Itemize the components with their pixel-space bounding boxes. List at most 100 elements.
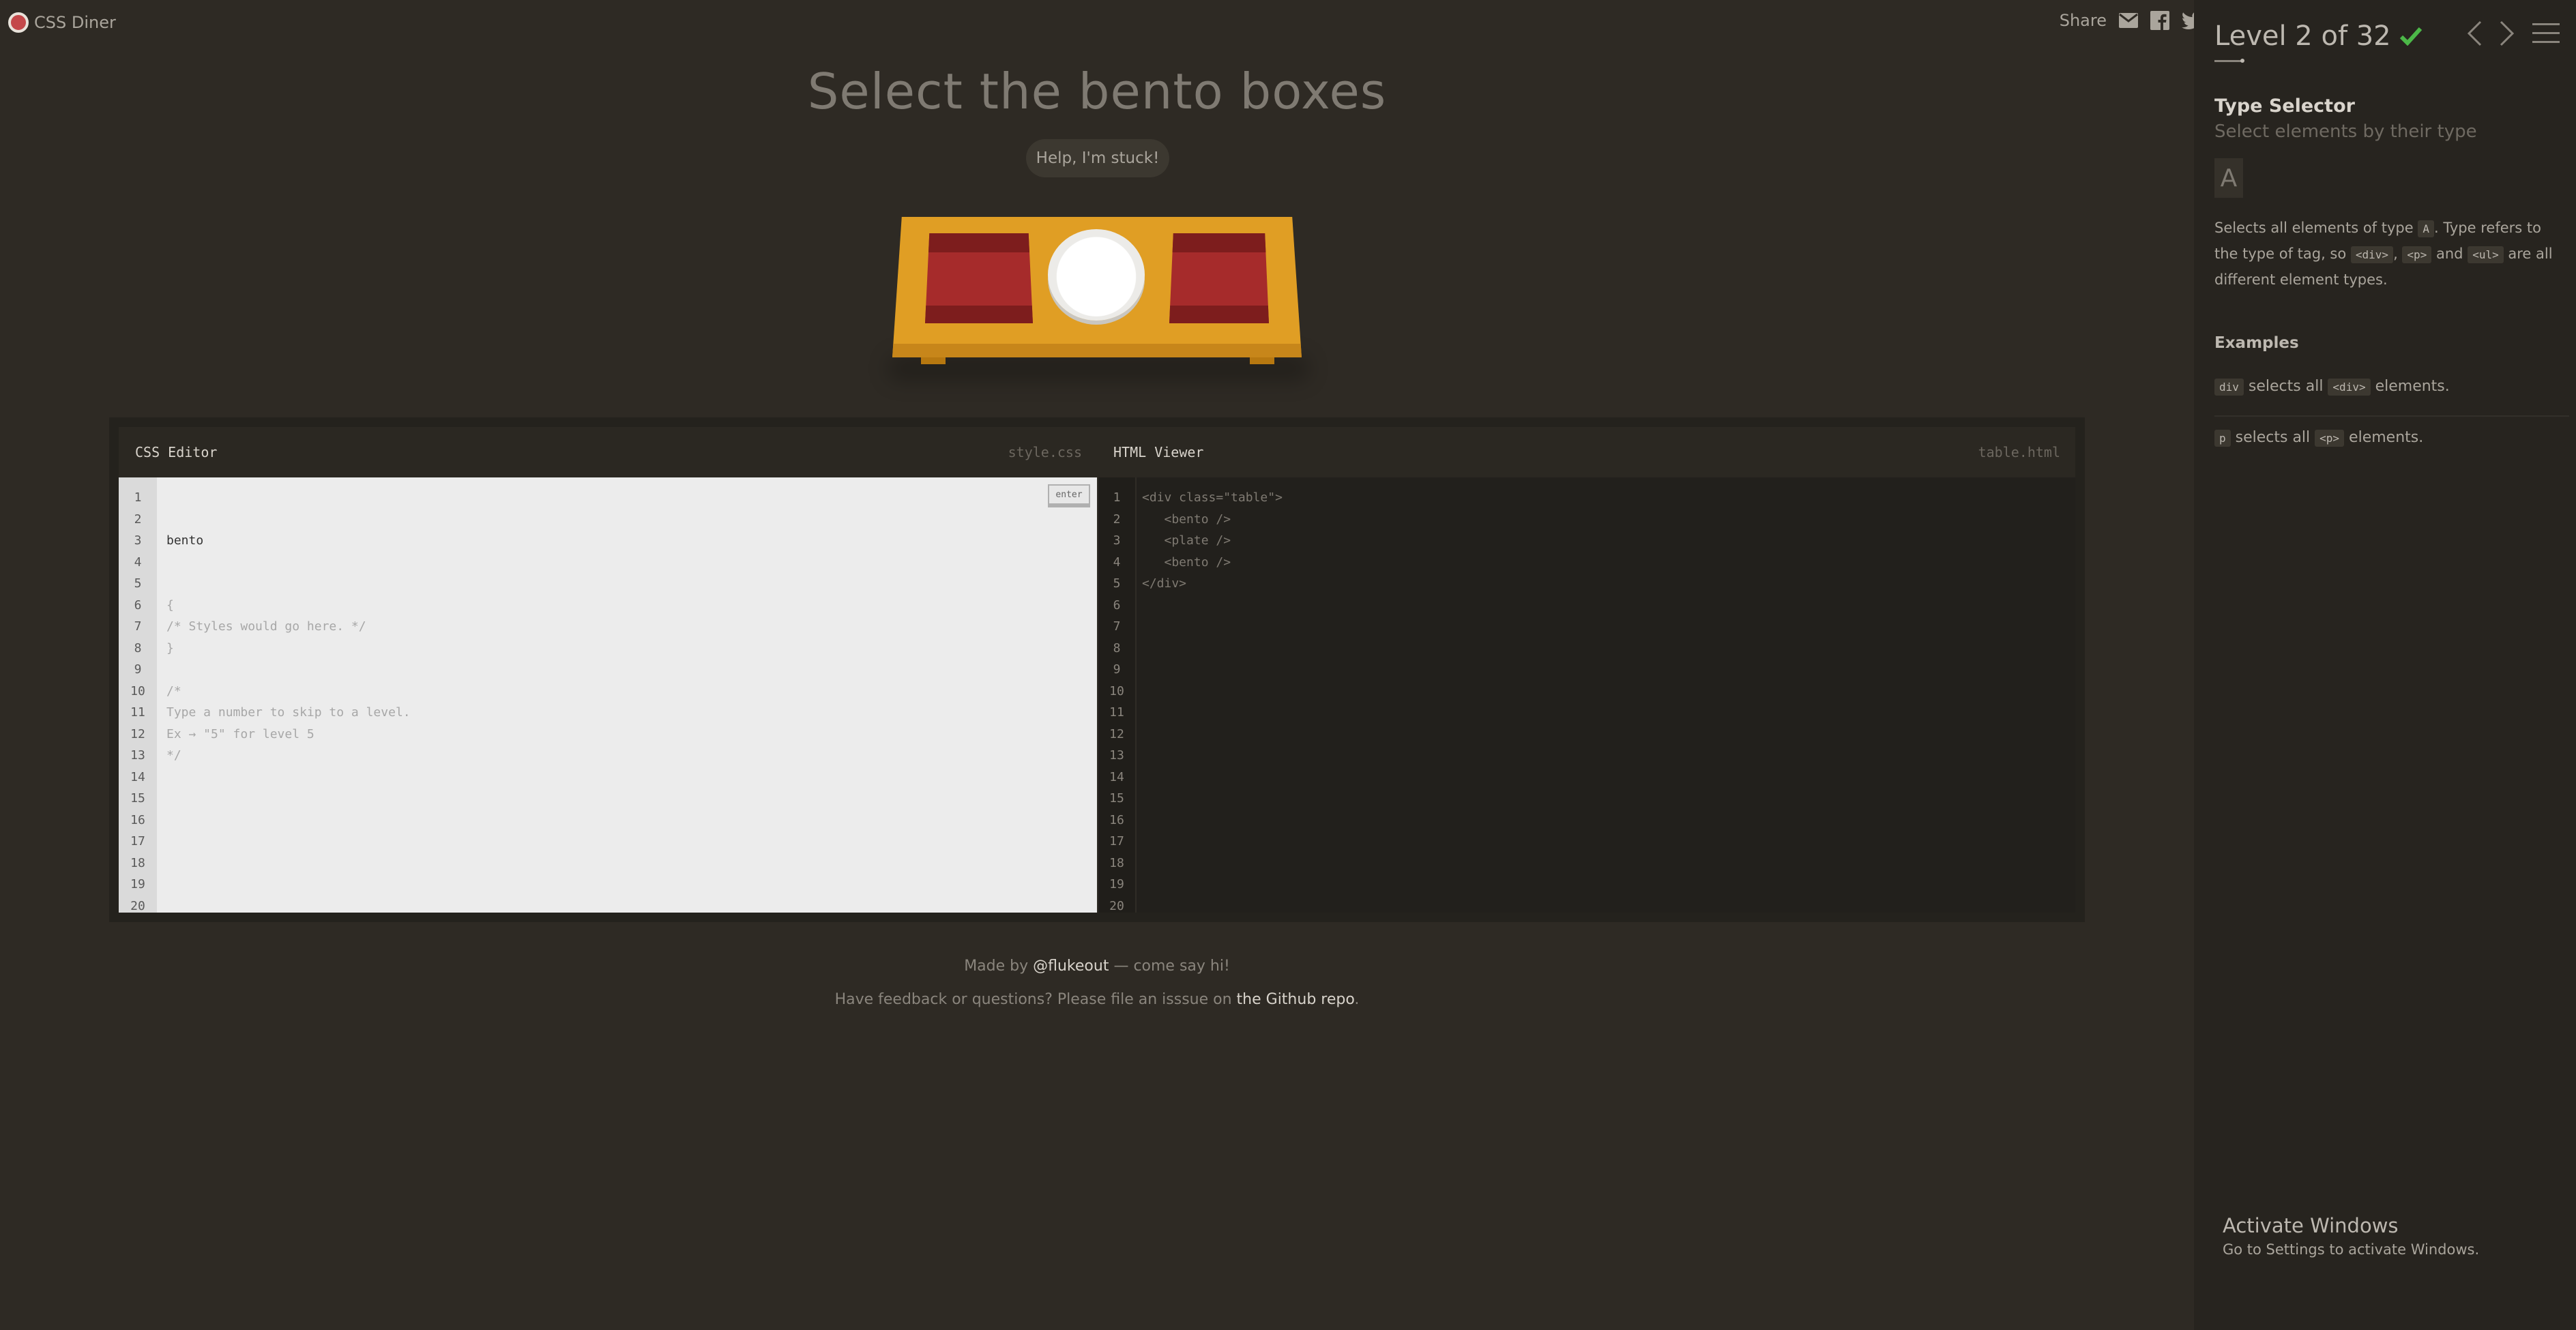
line-number: 18 [130,855,145,870]
facebook-icon[interactable] [2150,11,2169,30]
line-number: 19 [1109,877,1124,891]
app-logo[interactable]: CSS Diner [8,12,116,33]
line-number: 5 [1113,576,1121,591]
css-editor-body[interactable]: 1 2 3 4 5 6 7 8 9 10 11 12 13 14 15 16 17 18 19 20 bento {/… [119,477,1097,913]
share-label: Share [2059,11,2107,30]
line-number: 6 [134,597,142,612]
app-name: CSS Diner [34,13,116,32]
example-2-mid: selects all [2230,429,2315,446]
line-number: 7 [1113,619,1121,634]
plate[interactable] [1048,229,1145,321]
windows-activation-watermark: Activate Windows Go to Settings to activ… [2223,1214,2479,1258]
html-code-line: <plate /> [1142,533,1231,548]
editor-panel: CSS Editor style.css 1 2 3 4 5 6 7 8 9 10 11 12 13 14… [109,417,2085,922]
line-number: 8 [1113,640,1121,655]
line-number: 10 [130,683,145,698]
footer-feedback: Have feedback or questions? Please file … [0,991,2194,1008]
css-code-line: */ [166,748,181,763]
html-viewer-header: HTML Viewer table.html [1097,427,2075,477]
line-number: 17 [1109,834,1124,848]
html-viewer-title: HTML Viewer [1113,444,1204,460]
line-number: 2 [1113,512,1121,527]
line-number: 7 [134,619,142,634]
css-code-line: } [166,640,174,655]
css-editor-filename: style.css [1008,444,1082,460]
example-2-code: p [2214,430,2231,447]
footer-credit: Made by @flukeout — come say hi! [0,958,2194,975]
example-1-tag: <div> [2328,379,2371,396]
bento-box-1[interactable] [925,233,1033,323]
line-number: 16 [1109,812,1124,827]
examples-divider [2214,415,2569,417]
css-line-numbers: 1 2 3 4 5 6 7 8 9 10 11 12 13 14 15 16 17 18 19 20 [119,477,157,913]
line-number: 12 [1109,726,1124,741]
table-shadow [887,355,1310,382]
example-1-end: elements. [2370,378,2450,395]
logo-icon [8,12,29,33]
line-number: 12 [130,726,145,741]
line-number: 5 [134,576,142,591]
line-number: 4 [134,555,142,570]
css-code-line: Type a number to skip to a level. [166,705,411,720]
line-number: 20 [130,898,145,913]
css-code-line: Ex → "5" for level 5 [166,726,314,741]
footer-feedback-prefix: Have feedback or questions? Please file … [834,991,1237,1008]
selector-description: Selects all elements of type A. Type ref… [2214,216,2569,292]
line-number: 13 [1109,748,1124,763]
footer-feedback-suffix: . [1354,991,1360,1008]
github-repo-link[interactable]: the Github repo [1237,991,1355,1008]
html-viewer: HTML Viewer table.html 1 2 3 4 5 6 7 8 9 10 11 12 13… [1097,427,2075,913]
line-number: 1 [1113,490,1121,505]
line-number: 6 [1113,597,1121,612]
line-number: 15 [130,791,145,806]
example-1: div selects all <div> elements. [2214,378,2569,396]
level-progress-bar [2214,59,2244,63]
line-number: 19 [130,877,145,891]
example-1-mid: selects all [2243,378,2328,395]
menu-icon[interactable] [2532,22,2560,45]
examples-heading: Examples [2214,334,2299,352]
level-header: Level 2 of 32 [2214,20,2423,52]
selector-syntax: A [2214,158,2243,198]
css-code[interactable]: bento {/* Styles would go here. */} /* Typ… [166,487,411,767]
share-bar: Share [2060,11,2204,30]
css-code-line: /* [166,683,181,698]
html-code-line: <div class="table"> [1142,490,1283,505]
line-number: 9 [1113,662,1121,677]
desc-text-3: , [2393,246,2403,262]
desc-code-1: A [2418,220,2434,237]
level-instruction: Select the bento boxes [807,63,1387,120]
css-code-line [166,659,411,681]
css-editor-header: CSS Editor style.css [119,427,1097,477]
line-number: 18 [1109,855,1124,870]
line-number: 15 [1109,791,1124,806]
level-label: Level 2 of 32 [2214,20,2391,52]
line-number: 11 [1109,705,1124,720]
line-number: 20 [1109,898,1124,913]
html-line-numbers: 1 2 3 4 5 6 7 8 9 10 11 12 13 14 15 16 17 18 19 20 [1098,477,1137,913]
line-number: 14 [130,769,145,784]
activate-subtitle: Go to Settings to activate Windows. [2223,1241,2480,1258]
next-level-icon[interactable] [2500,20,2515,46]
html-code-line: <bento /> [1142,512,1231,527]
css-input[interactable]: bento [166,530,411,552]
previous-level-icon[interactable] [2467,20,2482,46]
example-2-tag: <p> [2315,430,2345,447]
line-number: 14 [1109,769,1124,784]
enter-button[interactable]: enter [1048,484,1090,507]
desc-code-3: <p> [2402,246,2432,263]
help-button[interactable]: Help, I'm stuck! [1026,139,1169,177]
author-link[interactable]: @flukeout [1033,958,1109,975]
example-2: p selects all <p> elements. [2214,429,2569,447]
desc-text-1: Selects all elements of type [2214,220,2418,236]
line-number: 11 [130,705,145,720]
css-code-line: /* Styles would go here. */ [166,619,366,634]
line-number: 3 [1113,533,1121,548]
footer-credit-suffix: — come say hi! [1109,958,1230,975]
bento-box-2[interactable] [1169,233,1269,323]
email-icon[interactable] [2119,13,2138,28]
html-code: <div class="table"> <bento /> <plate /> … [1142,487,1283,595]
selector-title: Select elements by their type [2214,121,2477,142]
footer-credit-prefix: Made by [964,958,1034,975]
css-editor-title: CSS Editor [135,444,218,460]
